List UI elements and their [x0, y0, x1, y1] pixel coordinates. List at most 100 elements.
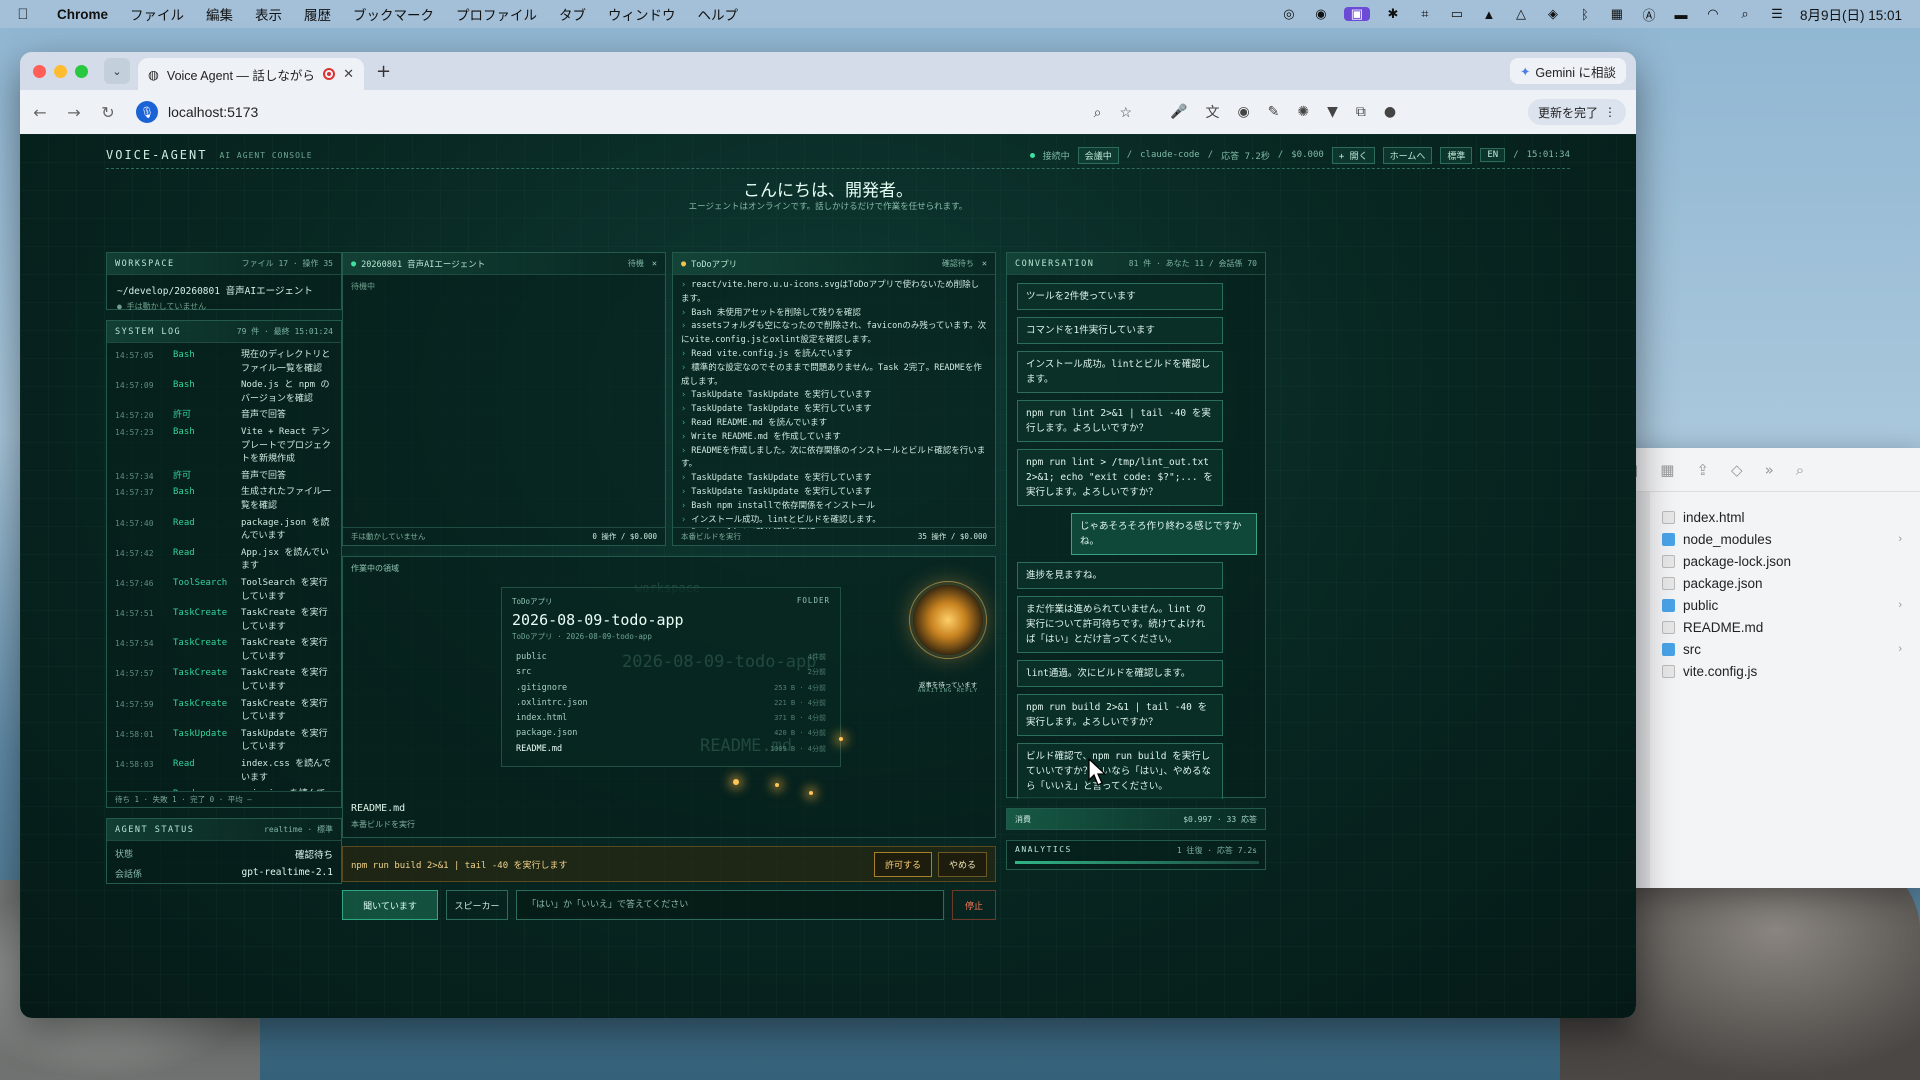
- folder-file-row[interactable]: .gitignore 253 B · 4分前: [516, 681, 826, 696]
- menu-help[interactable]: ヘルプ: [687, 4, 750, 24]
- menu-app-name[interactable]: Chrome: [46, 7, 119, 22]
- battery-icon[interactable]: ▬: [1672, 7, 1690, 22]
- status-app-icon[interactable]: ◉: [1312, 6, 1330, 21]
- tab-voice-agent[interactable]: ◍ Voice Agent — 話しながら ✕: [138, 58, 364, 90]
- log-row: 14:57:05 Bash 現在のディレクトリとファイル一覧を確認: [115, 349, 333, 376]
- more-icon[interactable]: »: [1765, 461, 1774, 479]
- zoom-window-button[interactable]: [75, 64, 88, 78]
- view-grid-icon[interactable]: ▦: [1660, 461, 1674, 479]
- activity-line: TaskUpdate TaskUpdate を実行しています: [681, 389, 987, 403]
- status-label: 会話係: [115, 870, 143, 880]
- menubar-datetime[interactable]: 8月9日(日) 15:01: [1800, 4, 1902, 24]
- drive-icon[interactable]: △: [1512, 6, 1530, 21]
- session2-activity[interactable]: react/vite.hero.u.u-icons.svgはToDoアプリで使わ…: [673, 275, 995, 529]
- translate-icon[interactable]: 文: [1205, 102, 1219, 122]
- menu-view[interactable]: 表示: [244, 4, 293, 24]
- menu-history[interactable]: 履歴: [293, 4, 342, 24]
- extension-icon[interactable]: ✎: [1268, 104, 1280, 120]
- home-button[interactable]: ホームへ: [1382, 146, 1433, 164]
- new-tab-button[interactable]: +: [376, 61, 391, 82]
- zoom-icon[interactable]: ⌕: [1094, 104, 1102, 121]
- folder-file-name: package.json: [516, 728, 578, 739]
- close-session-icon[interactable]: ✕: [982, 259, 987, 269]
- gemini-button[interactable]: ✦ Gemini に相談: [1509, 58, 1626, 84]
- speaker-button[interactable]: スピーカー: [446, 890, 508, 920]
- display-icon[interactable]: ▭: [1448, 6, 1466, 21]
- status-app-icon[interactable]: ✱: [1384, 6, 1402, 21]
- folder-card[interactable]: ToDoアプリ FOLDER 2026-08-09-todo-app ToDoア…: [501, 587, 841, 767]
- language-toggle[interactable]: EN: [1480, 148, 1506, 162]
- wifi-icon[interactable]: ◠: [1704, 6, 1722, 21]
- close-tab-icon[interactable]: ✕: [343, 66, 354, 82]
- tag-icon[interactable]: ◇: [1731, 461, 1743, 479]
- input-source-icon[interactable]: Ⓐ: [1640, 7, 1658, 23]
- layout-icon[interactable]: ▦: [1608, 6, 1626, 21]
- system-log-footer: 待ち 1 · 失敗 1 · 完了 0 · 平均 —: [107, 791, 341, 807]
- reload-button[interactable]: ↻: [98, 103, 118, 122]
- screenshot-icon[interactable]: ⌗: [1416, 6, 1434, 21]
- workspace-path: ~/develop/20260801 音声AIエージェント: [117, 286, 313, 297]
- update-button[interactable]: 更新を完了 ⋮: [1527, 99, 1626, 125]
- puzzle-icon[interactable]: ⧉: [1356, 104, 1366, 120]
- tab-search-button[interactable]: ⌄: [104, 58, 130, 84]
- status-app-icon[interactable]: ◈: [1544, 6, 1562, 21]
- conversation-messages[interactable]: ツールを2件使っています コマンドを1件実行しています インストール成功。lintと…: [1007, 275, 1267, 799]
- menu-file[interactable]: ファイル: [119, 4, 195, 24]
- extension-icon[interactable]: ✺: [1297, 104, 1309, 120]
- search-icon[interactable]: ⌕: [1796, 461, 1804, 479]
- search-icon[interactable]: ⌕: [1736, 6, 1754, 21]
- extension-icons: 🎤 文 ◉ ✎ ✺ ▼ ⧉ ●: [1170, 102, 1396, 122]
- stop-button[interactable]: 停止: [952, 890, 996, 920]
- mode-select[interactable]: 標準: [1440, 146, 1473, 164]
- finder-row[interactable]: vite.config.js: [1662, 660, 1902, 682]
- menu-bookmarks[interactable]: ブックマーク: [342, 4, 445, 24]
- system-log-list[interactable]: 14:57:05 Bash 現在のディレクトリとファイル一覧を確認 14:57:09 B…: [107, 343, 341, 791]
- menu-tab[interactable]: タブ: [548, 4, 597, 24]
- cancel-button[interactable]: やめる: [937, 851, 987, 877]
- folder-file-row[interactable]: .oxlintrc.json 221 B · 4分前: [516, 696, 826, 711]
- apple-icon[interactable]: : [0, 6, 46, 23]
- finder-row[interactable]: package-lock.json: [1662, 550, 1902, 572]
- log-kind: 許可: [173, 470, 192, 481]
- bookmark-star-icon[interactable]: ☆: [1119, 104, 1132, 121]
- log-message: 生成されたファイル一覧を確認: [241, 487, 332, 511]
- open-button[interactable]: + 開く: [1331, 146, 1375, 164]
- extension-icon[interactable]: ◉: [1237, 104, 1249, 120]
- mic-site-icon[interactable]: 🎙: [136, 101, 158, 123]
- profile-avatar[interactable]: ●: [1384, 104, 1396, 120]
- finder-row[interactable]: public ›: [1662, 594, 1902, 616]
- menu-profile[interactable]: プロファイル: [445, 4, 548, 24]
- command-text: npm run build 2>&1 | tail -40 を実行します: [351, 860, 568, 871]
- folder-file-row[interactable]: index.html 371 B · 4分前: [516, 711, 826, 726]
- back-button[interactable]: ←: [30, 103, 50, 122]
- finder-row[interactable]: package.json: [1662, 572, 1902, 594]
- bluetooth-icon[interactable]: ᛒ: [1576, 7, 1594, 22]
- finder-row[interactable]: node_modules ›: [1662, 528, 1902, 550]
- url-text[interactable]: localhost:5173: [168, 104, 258, 120]
- close-session-icon[interactable]: ✕: [652, 259, 657, 269]
- finder-row[interactable]: index.html: [1662, 506, 1902, 528]
- folder-file-meta: 221 B · 4分前: [774, 698, 826, 707]
- share-icon[interactable]: ⇪: [1696, 461, 1709, 479]
- screen-record-icon[interactable]: ▣: [1343, 6, 1370, 21]
- mic-icon[interactable]: 🎤: [1170, 104, 1187, 120]
- message-input[interactable]: [516, 890, 944, 920]
- minimize-window-button[interactable]: [54, 64, 67, 78]
- finder-row[interactable]: README.md: [1662, 616, 1902, 638]
- analytics-panel[interactable]: ANALYTICS 1 往復 · 応答 7.2s: [1006, 840, 1266, 870]
- listening-button[interactable]: 聞いています: [342, 890, 438, 920]
- menu-edit[interactable]: 編集: [195, 4, 244, 24]
- status-app-icon[interactable]: ▲: [1480, 7, 1498, 22]
- forward-button[interactable]: →: [64, 103, 84, 122]
- menu-window[interactable]: ウィンドウ: [597, 4, 687, 24]
- close-window-button[interactable]: [33, 64, 46, 78]
- extension-icon[interactable]: ▼: [1327, 104, 1338, 120]
- finder-row[interactable]: src ›: [1662, 638, 1902, 660]
- session-panel-voice-agent[interactable]: ● 20260801 音声AIエージェント 待機 ✕ 待機中 手は動かしていませ…: [342, 252, 666, 546]
- status-app-icon[interactable]: ◎: [1280, 6, 1298, 21]
- omnibox[interactable]: 🎙 localhost:5173 ⌕ ☆: [132, 96, 1132, 128]
- control-center-icon[interactable]: ☰: [1768, 6, 1786, 21]
- allow-button[interactable]: 許可する: [873, 851, 932, 877]
- agent-message: lint通過。次にビルドを確認します。: [1017, 660, 1223, 687]
- session-panel-todo[interactable]: ● ToDoアプリ 確認待ち ✕ react/vite.hero.u.u-ico…: [672, 252, 996, 546]
